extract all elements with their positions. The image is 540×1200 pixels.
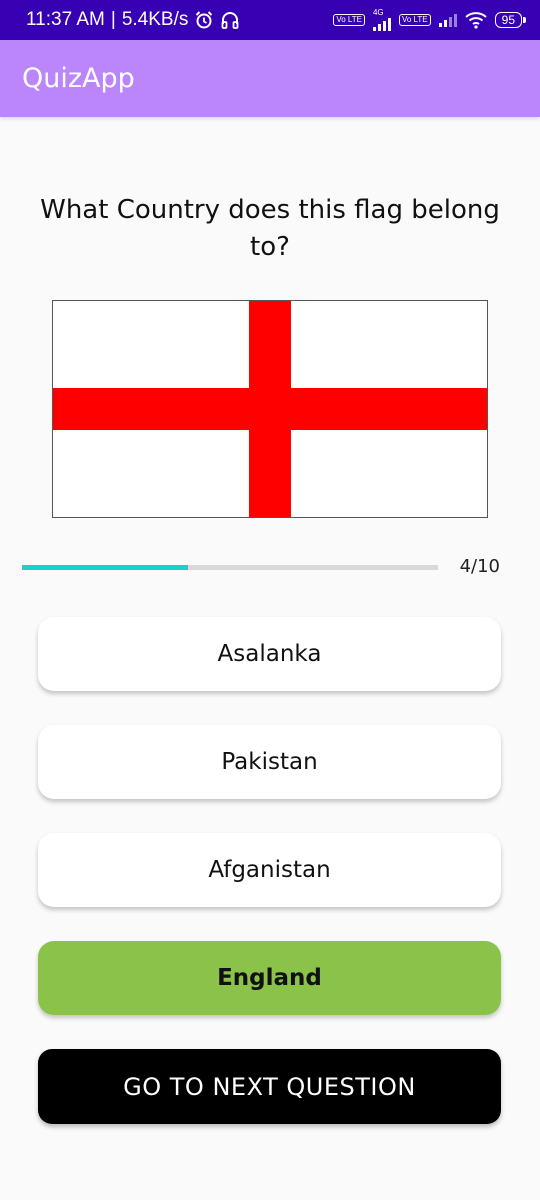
england-flag-image bbox=[52, 300, 488, 518]
option-label: Asalanka bbox=[217, 641, 322, 667]
signal-icon: 4G bbox=[372, 8, 391, 31]
progress-bar-fill bbox=[22, 565, 189, 570]
status-network-speed: 5.4KB/s bbox=[121, 9, 189, 30]
signal-icon-2 bbox=[438, 13, 457, 27]
status-bar-left: 11:37 AM | 5.4KB/s bbox=[26, 9, 240, 31]
next-question-button[interactable]: GO TO NEXT QUESTION bbox=[38, 1049, 501, 1124]
progress-label: 4/10 bbox=[459, 556, 500, 577]
progress-bar bbox=[22, 565, 438, 570]
option-button-3[interactable]: Afganistan bbox=[38, 833, 501, 907]
volte-badge: Vo LTE bbox=[333, 14, 365, 26]
status-time: 11:37 AM bbox=[26, 9, 105, 30]
option-button-4-correct[interactable]: England bbox=[38, 941, 501, 1015]
option-button-1[interactable]: Asalanka bbox=[38, 617, 501, 691]
wifi-icon bbox=[464, 11, 487, 29]
option-button-2[interactable]: Pakistan bbox=[38, 725, 501, 799]
alarm-icon bbox=[194, 10, 214, 30]
app-bar: QuizApp bbox=[0, 40, 540, 117]
volte-badge-2: Vo LTE bbox=[398, 14, 431, 26]
network-type-label: 4G bbox=[372, 8, 384, 17]
question-text: What Country does this flag belong to? bbox=[40, 195, 500, 262]
next-question-label: GO TO NEXT QUESTION bbox=[123, 1072, 416, 1101]
battery-indicator: 95 bbox=[494, 12, 527, 28]
status-bar: 11:37 AM | 5.4KB/s Vo LTE 4G Vo LTE 95 bbox=[0, 0, 540, 40]
option-label: England bbox=[217, 965, 322, 991]
option-label: Afganistan bbox=[208, 857, 331, 883]
headphones-icon bbox=[220, 10, 240, 30]
app-title: QuizApp bbox=[22, 63, 135, 94]
status-separator: | bbox=[110, 9, 116, 30]
option-label: Pakistan bbox=[221, 749, 318, 775]
flag-cross-horizontal bbox=[53, 388, 487, 430]
status-bar-right: Vo LTE 4G Vo LTE 95 bbox=[333, 8, 527, 31]
